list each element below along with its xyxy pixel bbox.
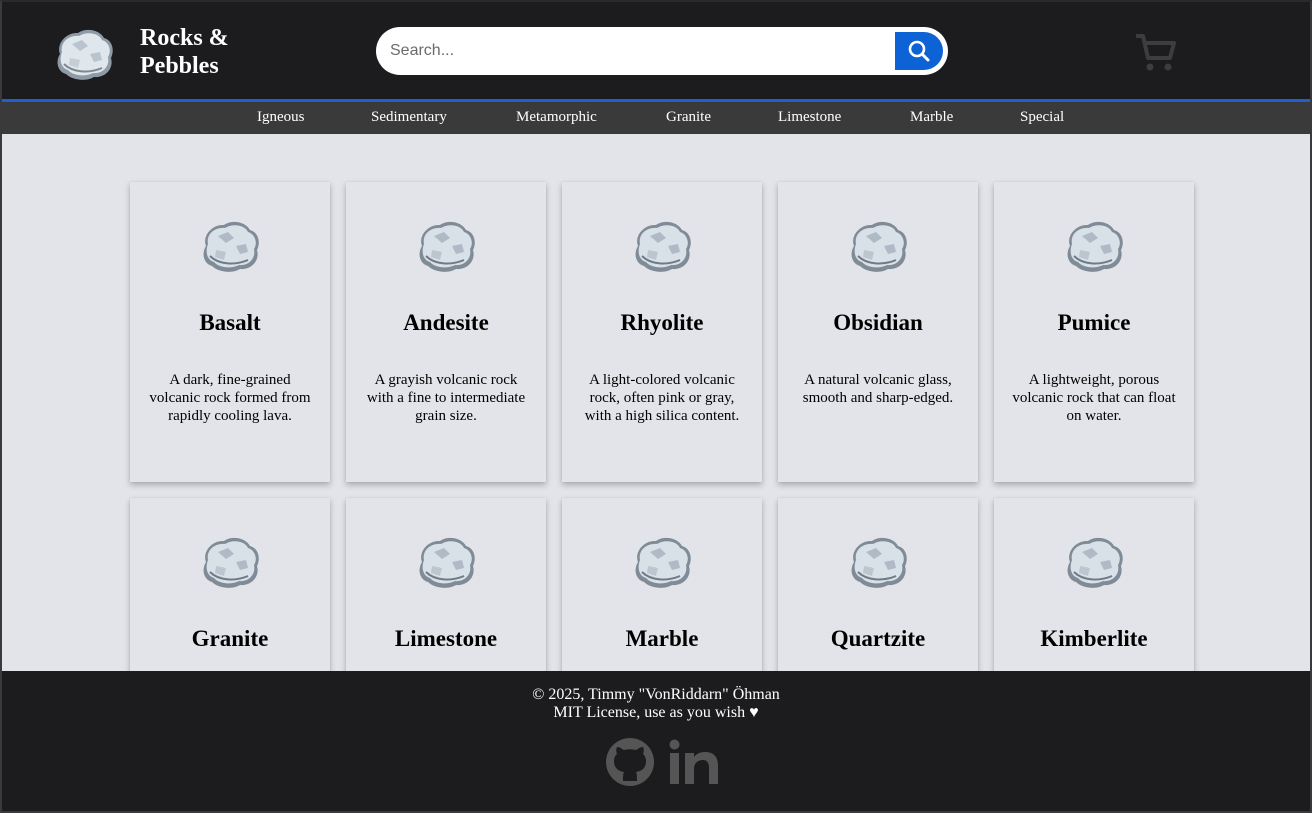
card-title: Andesite [403,310,489,335]
nav-item-sedimentary[interactable]: Sedimentary [371,109,447,126]
product-card[interactable]: Quartzite [778,498,978,671]
footer-copyright: © 2025, Timmy "VonRiddarn" Öhman [532,686,780,703]
product-card[interactable]: Limestone [346,498,546,671]
card-title: Pumice [1057,310,1131,335]
nav-item-igneous[interactable]: Igneous [257,109,305,126]
category-nav: Igneous Sedimentary Metamorphic Granite … [2,102,1310,134]
rock-icon [634,220,692,273]
product-card[interactable]: Kimberlite [994,498,1194,671]
nav-item-special[interactable]: Special [1020,109,1064,126]
rock-icon [202,220,260,273]
card-title: Obsidian [833,310,923,335]
product-card[interactable]: Basalt A dark, fine-grained volcanic roc… [130,182,330,482]
brand-line-2: Pebbles [140,53,219,79]
github-icon[interactable] [605,737,655,787]
rock-icon [1066,220,1124,273]
card-description: A dark, fine-grained volcanic rock forme… [149,372,311,424]
card-title: Marble [625,626,699,651]
cart-icon[interactable] [1134,30,1178,74]
nav-item-metamorphic[interactable]: Metamorphic [516,109,597,126]
footer-license: MIT License, use as you wish ♥ [553,704,759,721]
product-grid: Basalt A dark, fine-grained volcanic roc… [2,134,1310,671]
search-icon [908,40,930,62]
rock-icon [850,220,908,273]
rock-icon [418,220,476,273]
product-card[interactable]: Andesite A grayish volcanic rock with a … [346,182,546,482]
card-description: A light-colored volcanic rock, often pin… [584,372,740,424]
card-title: Kimberlite [1040,626,1148,651]
rock-icon [634,536,692,589]
nav-item-limestone[interactable]: Limestone [778,109,841,126]
rock-icon [1066,536,1124,589]
rock-icon [418,536,476,589]
card-description: A lightweight, porous volcanic rock that… [1012,372,1176,424]
product-card[interactable]: Pumice A lightweight, porous volcanic ro… [994,182,1194,482]
product-card[interactable]: Rhyolite A light-colored volcanic rock, … [562,182,762,482]
site-header: Rocks & Pebbles [2,2,1310,99]
search-button[interactable] [895,32,943,70]
search-input[interactable] [390,35,890,67]
rock-icon [850,536,908,589]
brand-line-1: Rocks & [140,25,229,51]
product-card[interactable]: Marble [562,498,762,671]
card-title: Limestone [394,626,498,651]
product-card[interactable]: Obsidian A natural volcanic glass, smoot… [778,182,978,482]
brand-name[interactable]: Rocks & Pebbles [140,24,229,80]
card-description: A natural volcanic glass, smooth and sha… [802,372,954,406]
rock-icon [202,536,260,589]
linkedin-icon[interactable] [668,739,720,785]
nav-item-granite[interactable]: Granite [666,109,711,126]
card-title: Basalt [199,310,261,335]
product-card[interactable]: Granite [130,498,330,671]
nav-item-marble[interactable]: Marble [910,109,953,126]
rock-logo-icon[interactable] [52,24,116,84]
card-title: Rhyolite [620,310,704,335]
card-title: Granite [191,626,269,651]
site-footer: © 2025, Timmy "VonRiddarn" Öhman MIT Lic… [2,671,1310,811]
card-description: A grayish volcanic rock with a fine to i… [366,372,526,424]
search-bar [376,27,948,75]
card-title: Quartzite [830,626,926,651]
